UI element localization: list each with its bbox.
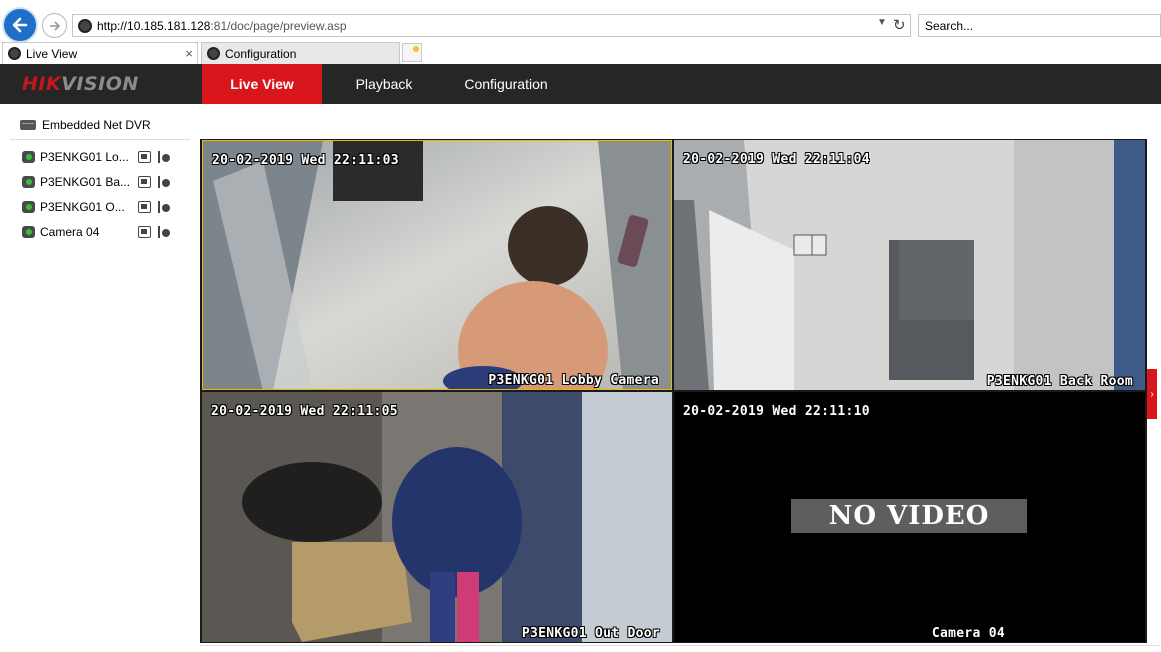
browser-tab-strip: Live View × Configuration <box>0 42 1161 64</box>
stream-settings-icon[interactable] <box>157 226 170 238</box>
stream-settings-icon[interactable] <box>157 201 170 213</box>
nav-configuration[interactable]: Configuration <box>446 64 566 104</box>
video-frame-out-door <box>202 392 672 642</box>
stream-settings-icon[interactable] <box>157 151 170 163</box>
tile-camera-name: P3ENKG01 Out Door <box>521 626 660 641</box>
no-video-label: NO VIDEO <box>791 499 1027 533</box>
tile-timestamp: 20-02-2019 Wed 22:11:05 <box>211 404 398 419</box>
video-frame-lobby <box>203 141 671 389</box>
address-bar[interactable]: http://10.185.181.128:81/doc/page/previe… <box>72 14 911 37</box>
tile-camera-name: P3ENKG01 Lobby Camera <box>488 373 659 388</box>
camera-icon <box>22 226 35 238</box>
logo-grey-text: VISION <box>61 73 139 95</box>
url-path: :81/doc/page/preview.asp <box>210 19 347 33</box>
camera-item[interactable]: P3ENKG01 O... <box>22 198 192 216</box>
close-icon[interactable]: × <box>185 46 193 61</box>
camera-item[interactable]: Camera 04 <box>22 223 192 241</box>
back-button[interactable] <box>2 7 38 43</box>
tile-camera-name: P3ENKG01 Back Room <box>986 374 1133 389</box>
record-icon[interactable] <box>138 201 151 213</box>
browser-toolbar: http://10.185.181.128:81/doc/page/previe… <box>0 0 1161 43</box>
device-node[interactable]: Embedded Net DVR <box>20 118 151 132</box>
camera-sidebar: Embedded Net DVR P3ENKG01 Lo... P3ENKG01… <box>0 104 200 652</box>
dvr-icon <box>20 120 36 130</box>
video-tile-out-door[interactable]: 20-02-2019 Wed 22:11:05 P3ENKG01 Out Doo… <box>202 392 672 642</box>
arrow-right-icon <box>49 20 60 31</box>
chevron-right-icon: › <box>1150 388 1154 400</box>
tile-timestamp: 20-02-2019 Wed 22:11:10 <box>683 404 870 419</box>
camera-icon <box>22 201 35 213</box>
divider <box>200 645 1161 646</box>
camera-label: P3ENKG01 O... <box>40 200 125 214</box>
arrow-left-icon <box>12 17 28 33</box>
tab-configuration[interactable]: Configuration <box>201 42 400 64</box>
camera-item[interactable]: P3ENKG01 Ba... <box>22 173 192 191</box>
record-icon[interactable] <box>138 176 151 188</box>
camera-label: P3ENKG01 Lo... <box>40 150 129 164</box>
tab-favicon-icon <box>207 47 220 60</box>
camera-label: P3ENKG01 Ba... <box>40 175 131 189</box>
camera-label: Camera 04 <box>40 225 100 239</box>
camera-item[interactable]: P3ENKG01 Lo... <box>22 148 192 166</box>
tab-favicon-icon <box>8 47 21 60</box>
forward-button[interactable] <box>42 13 67 38</box>
video-tile-lobby[interactable]: 20-02-2019 Wed 22:11:03 P3ENKG01 Lobby C… <box>202 140 672 390</box>
nav-playback[interactable]: Playback <box>322 64 446 104</box>
tab-live-view[interactable]: Live View × <box>2 42 198 64</box>
url-dropdown-icon[interactable]: ▼ <box>877 17 887 28</box>
url-host: http://10.185.181.128 <box>97 19 211 33</box>
record-icon[interactable] <box>138 226 151 238</box>
camera-icon <box>22 176 35 188</box>
search-box[interactable] <box>918 14 1161 37</box>
stream-settings-icon[interactable] <box>157 176 170 188</box>
refresh-icon[interactable]: ↻ <box>893 16 906 34</box>
app-nav-bar: HIKVISION Live View Playback Configurati… <box>0 64 1161 104</box>
new-tab-button[interactable] <box>402 43 422 62</box>
tab-label: Live View <box>26 46 78 61</box>
video-tile-camera-04[interactable]: 20-02-2019 Wed 22:11:10 NO VIDEO Camera … <box>674 392 1145 642</box>
video-tile-back-room[interactable]: 20-02-2019 Wed 22:11:04 P3ENKG01 Back Ro… <box>674 140 1145 390</box>
tile-timestamp: 20-02-2019 Wed 22:11:04 <box>683 152 870 167</box>
hikvision-logo: HIKVISION <box>22 73 139 95</box>
search-input[interactable] <box>919 15 1160 36</box>
tile-camera-name: Camera 04 <box>931 626 1005 641</box>
logo-red-text: HIK <box>22 73 62 95</box>
camera-icon <box>22 151 35 163</box>
tab-label: Configuration <box>225 46 297 61</box>
site-favicon-icon <box>78 19 92 33</box>
device-label: Embedded Net DVR <box>42 118 151 132</box>
divider <box>10 139 190 140</box>
record-icon[interactable] <box>138 151 151 163</box>
tile-timestamp: 20-02-2019 Wed 22:11:03 <box>212 153 399 168</box>
video-frame-back-room <box>674 140 1145 390</box>
panel-toggle-button[interactable]: › <box>1147 369 1157 419</box>
nav-live-view[interactable]: Live View <box>202 64 322 104</box>
url-text: http://10.185.181.128:81/doc/page/previe… <box>97 19 347 33</box>
